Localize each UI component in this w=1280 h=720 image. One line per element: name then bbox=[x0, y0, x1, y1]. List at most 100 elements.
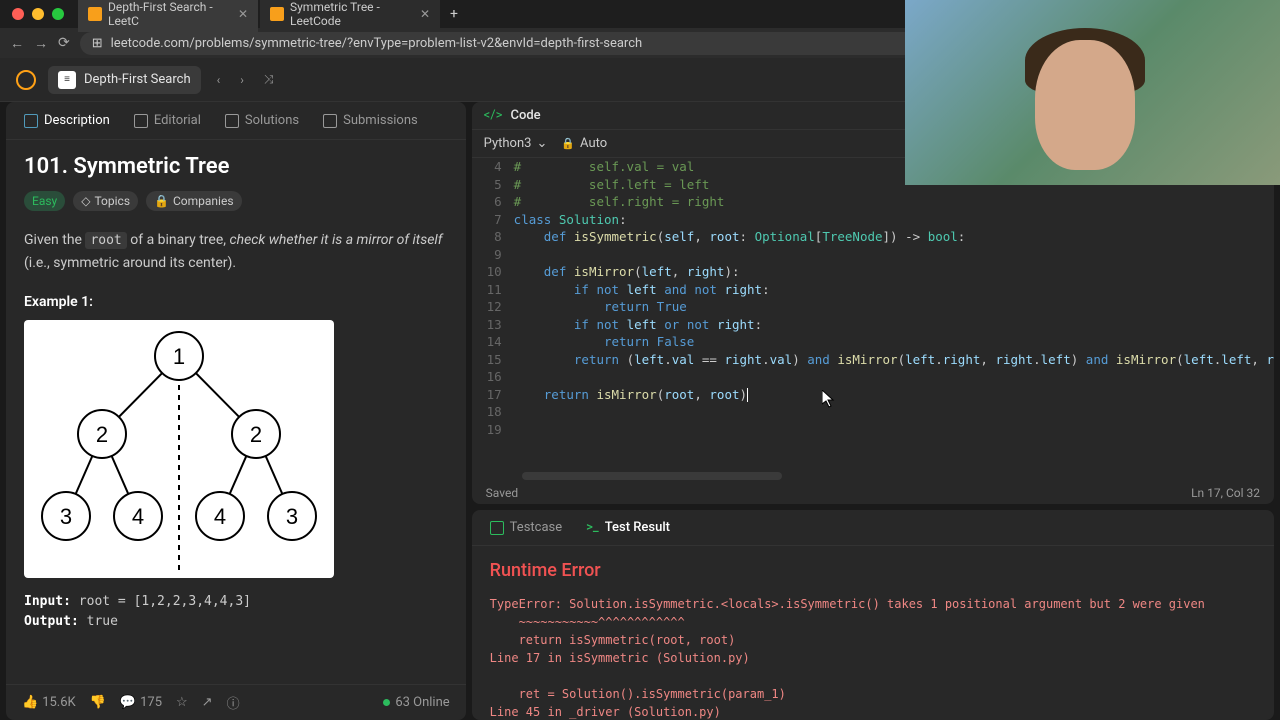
svg-text:1: 1 bbox=[173, 344, 185, 369]
code-line[interactable]: 18 bbox=[472, 403, 1274, 421]
close-tab-icon[interactable]: ✕ bbox=[420, 7, 430, 21]
leetcode-logo-icon[interactable] bbox=[16, 70, 36, 90]
code-line[interactable]: 14 return False bbox=[472, 333, 1274, 351]
code-line[interactable]: 10 def isMirror(left, right): bbox=[472, 263, 1274, 281]
svg-text:3: 3 bbox=[286, 504, 298, 529]
clock-icon bbox=[323, 114, 337, 128]
code-line[interactable]: 16 bbox=[472, 368, 1274, 386]
topics-button[interactable]: ◇ Topics bbox=[73, 191, 138, 211]
like-button[interactable]: 👍15.6K bbox=[22, 695, 76, 710]
problem-panel: Description Editorial Solutions Submissi… bbox=[6, 102, 466, 720]
main-area: Description Editorial Solutions Submissi… bbox=[0, 102, 1280, 720]
comment-icon: 💬 bbox=[120, 695, 136, 710]
svg-text:4: 4 bbox=[214, 504, 226, 529]
code-line[interactable]: 17 return isMirror(root, root) bbox=[472, 386, 1274, 404]
code-line[interactable]: 8 def isSymmetric(self, root: Optional[T… bbox=[472, 228, 1274, 246]
window-controls[interactable] bbox=[12, 8, 64, 20]
code-editor[interactable]: 4# self.val = val5# self.left = left6# s… bbox=[472, 158, 1274, 470]
tab-testresult[interactable]: >_ Test Result bbox=[578, 514, 678, 541]
webcam-overlay bbox=[905, 0, 1280, 185]
svg-text:2: 2 bbox=[96, 422, 108, 447]
code-line[interactable]: 7class Solution: bbox=[472, 211, 1274, 229]
code-line[interactable]: 12 return True bbox=[472, 298, 1274, 316]
close-tab-icon[interactable]: ✕ bbox=[238, 7, 248, 21]
horizontal-scrollbar[interactable] bbox=[522, 472, 782, 480]
code-line[interactable]: 11 if not left and not right: bbox=[472, 281, 1274, 299]
saved-status: Saved bbox=[486, 486, 518, 500]
leetcode-favicon-icon bbox=[88, 7, 102, 21]
cursor-position: Ln 17, Col 32 bbox=[1191, 486, 1260, 500]
online-dot-icon bbox=[383, 699, 390, 706]
flask-icon bbox=[225, 114, 239, 128]
tab-title: Depth-First Search - LeetC bbox=[108, 0, 228, 28]
tab-editorial[interactable]: Editorial bbox=[124, 107, 211, 134]
minimize-window-icon[interactable] bbox=[32, 8, 44, 20]
tab-description[interactable]: Description bbox=[14, 107, 120, 134]
error-text: TypeError: Solution.isSymmetric.<locals>… bbox=[490, 595, 1256, 720]
site-info-icon[interactable]: ⊞ bbox=[92, 36, 103, 51]
browser-tab-0[interactable]: Depth-First Search - LeetC ✕ bbox=[78, 0, 258, 32]
dislike-button[interactable]: 👎 bbox=[90, 695, 106, 710]
code-line[interactable]: 19 bbox=[472, 421, 1274, 439]
star-icon: ☆ bbox=[176, 695, 188, 710]
favorite-button[interactable]: ☆ bbox=[176, 695, 188, 710]
description-icon bbox=[24, 114, 38, 128]
leetcode-favicon-icon bbox=[270, 7, 284, 21]
tree-diagram: 1 2 2 3 4 4 3 bbox=[24, 320, 334, 578]
close-window-icon[interactable] bbox=[12, 8, 24, 20]
tag-icon: ◇ bbox=[81, 194, 90, 208]
code-line[interactable]: 15 return (left.val == right.val) and is… bbox=[472, 351, 1274, 369]
problem-footer: 👍15.6K 👎 💬175 ☆ ↗ ⓘ 63 Online bbox=[6, 684, 466, 720]
maximize-window-icon[interactable] bbox=[52, 8, 64, 20]
tab-title: Symmetric Tree - LeetCode bbox=[290, 0, 410, 28]
thumbs-up-icon: 👍 bbox=[22, 695, 38, 710]
tab-submissions[interactable]: Submissions bbox=[313, 107, 428, 134]
problem-tabs: Description Editorial Solutions Submissi… bbox=[6, 102, 466, 140]
example-title: Example 1: bbox=[24, 294, 448, 310]
problem-title: 101. Symmetric Tree bbox=[24, 154, 448, 179]
tab-solutions[interactable]: Solutions bbox=[215, 107, 309, 134]
thumbs-down-icon: 👎 bbox=[90, 695, 106, 710]
problem-description: Given the root of a binary tree, check w… bbox=[24, 229, 448, 274]
lock-icon: 🔒 bbox=[154, 194, 169, 208]
mouse-cursor-icon bbox=[822, 390, 836, 412]
svg-text:4: 4 bbox=[132, 504, 144, 529]
online-status: 63 Online bbox=[383, 695, 449, 710]
list-icon: ≡ bbox=[58, 71, 76, 89]
feedback-button[interactable]: ⓘ bbox=[227, 693, 240, 712]
problem-badges: Easy ◇ Topics 🔒 Companies bbox=[24, 191, 448, 211]
svg-text:3: 3 bbox=[60, 504, 72, 529]
lock-icon: 🔒 bbox=[561, 137, 575, 150]
next-problem-button[interactable]: › bbox=[236, 73, 248, 87]
playlist-button[interactable]: ≡ Depth-First Search bbox=[48, 66, 201, 94]
result-tabs: Testcase >_ Test Result bbox=[472, 510, 1274, 546]
error-title: Runtime Error bbox=[490, 560, 1256, 581]
reload-button[interactable]: ⟳ bbox=[58, 35, 70, 51]
share-button[interactable]: ↗ bbox=[202, 695, 213, 710]
difficulty-badge: Easy bbox=[24, 191, 65, 211]
companies-button[interactable]: 🔒 Companies bbox=[146, 191, 242, 211]
playlist-label: Depth-First Search bbox=[84, 72, 191, 87]
url-text: leetcode.com/problems/symmetric-tree/?en… bbox=[111, 36, 643, 51]
language-select[interactable]: Python3 ⌄ bbox=[484, 136, 548, 151]
code-line[interactable]: 6# self.right = right bbox=[472, 193, 1274, 211]
example-io: Input: root = [1,2,2,3,4,4,3] Output: tr… bbox=[24, 592, 448, 631]
code-line[interactable]: 9 bbox=[472, 246, 1274, 264]
svg-text:2: 2 bbox=[250, 422, 262, 447]
check-icon bbox=[490, 521, 504, 535]
comments-button[interactable]: 💬175 bbox=[120, 695, 162, 710]
forward-button[interactable]: → bbox=[34, 35, 48, 52]
shuffle-button[interactable]: ⤨ bbox=[260, 72, 278, 87]
auto-button[interactable]: 🔒 Auto bbox=[561, 136, 607, 151]
back-button[interactable]: ← bbox=[10, 35, 24, 52]
tab-testcase[interactable]: Testcase bbox=[482, 514, 570, 541]
code-icon: </> bbox=[484, 108, 503, 123]
editor-status-bar: Saved Ln 17, Col 32 bbox=[472, 482, 1274, 504]
code-title: Code bbox=[510, 108, 540, 123]
chevron-down-icon: ⌄ bbox=[536, 136, 547, 151]
code-line[interactable]: 13 if not left or not right: bbox=[472, 316, 1274, 334]
new-tab-button[interactable]: + bbox=[442, 6, 466, 22]
prev-problem-button[interactable]: ‹ bbox=[213, 73, 225, 87]
browser-tab-1[interactable]: Symmetric Tree - LeetCode ✕ bbox=[260, 0, 440, 32]
problem-content: 101. Symmetric Tree Easy ◇ Topics 🔒 Comp… bbox=[6, 140, 466, 684]
